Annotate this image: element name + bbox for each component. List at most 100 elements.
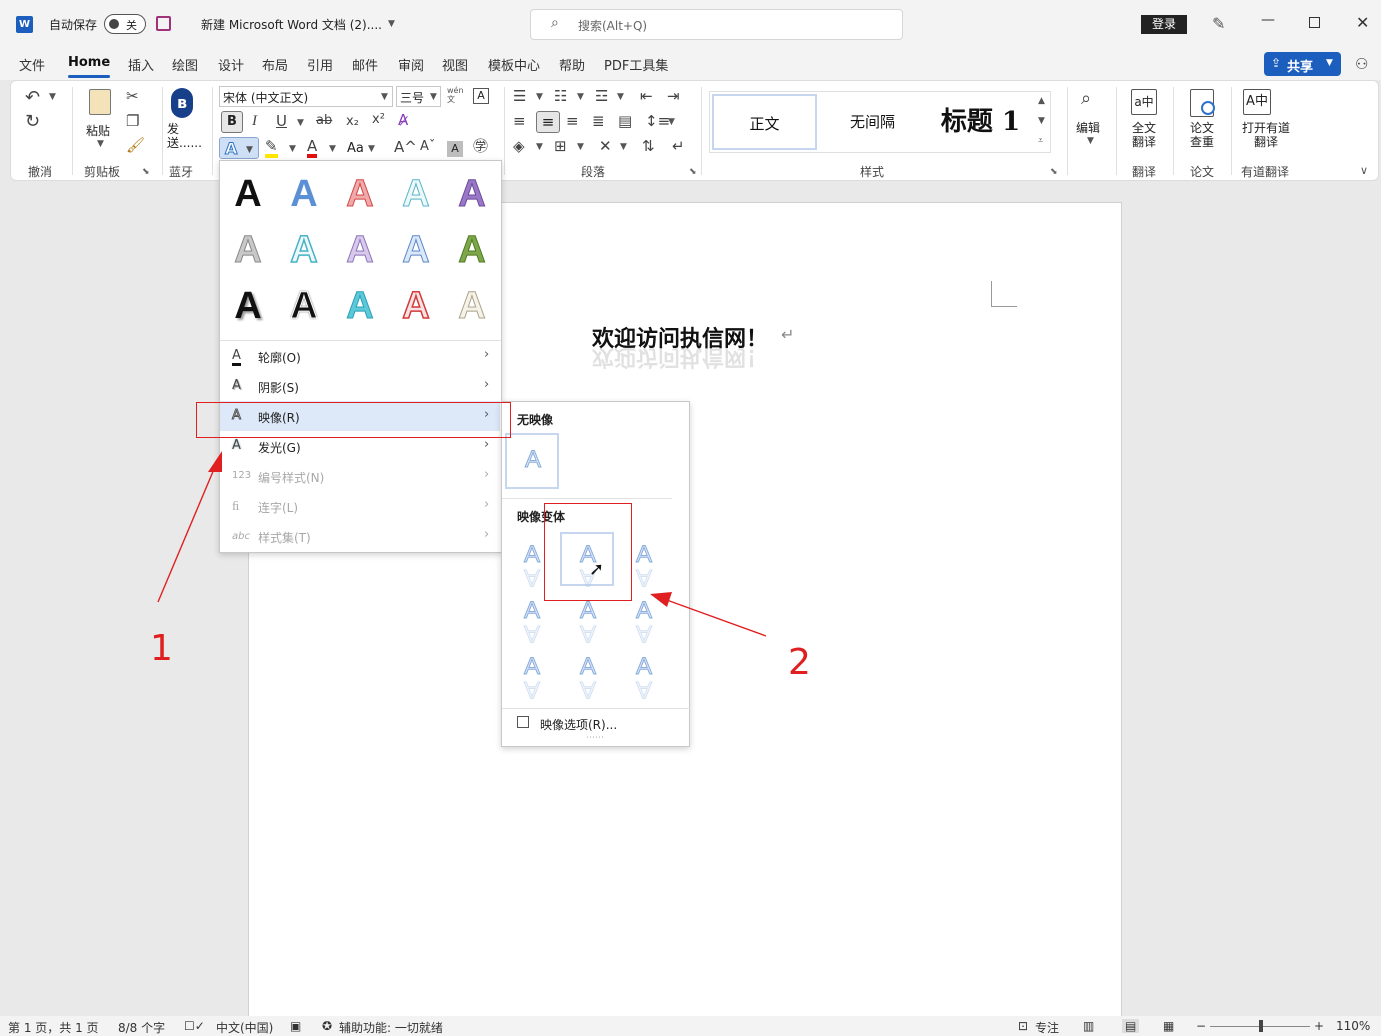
bullets-dropdown-icon[interactable]: ▼ (536, 93, 543, 102)
reflection-variant-8[interactable]: A (573, 654, 603, 679)
change-case-dropdown-icon[interactable]: ▼ (368, 145, 375, 154)
borders-icon[interactable]: ⊞ (554, 139, 567, 154)
styles-scroll-down-icon[interactable]: ▼ (1038, 116, 1045, 126)
close-icon[interactable]: ✕ (1356, 13, 1369, 32)
phonetic-guide-icon[interactable]: wén 文 (447, 86, 465, 104)
youdao-icon[interactable]: A中 (1243, 89, 1271, 115)
effect-lavender[interactable]: A (340, 231, 380, 270)
effect-gray[interactable]: A (228, 231, 268, 270)
macro-icon[interactable]: ▣ (290, 1019, 301, 1033)
effect-red-gradient[interactable]: A (340, 175, 380, 214)
effect-blue-outline[interactable]: A (396, 231, 436, 270)
highlight-dropdown-icon[interactable]: ▼ (289, 145, 296, 154)
reflection-variant-6[interactable]: A (629, 598, 659, 623)
zoom-out-icon[interactable]: − (1196, 1019, 1206, 1033)
tab-mailings[interactable]: 邮件 (352, 55, 378, 74)
style-heading-1[interactable]: 标题 1 (928, 94, 1033, 150)
effect-cream[interactable]: A (452, 287, 492, 326)
effect-black-shadow[interactable]: A (228, 287, 268, 325)
numbering-icon[interactable]: ☷ (554, 89, 567, 104)
justify-icon[interactable]: ≣ (592, 114, 605, 129)
clipboard-launcher-icon[interactable]: ⬊ (142, 167, 150, 177)
highlight-icon[interactable]: ✎ (265, 139, 278, 158)
effect-black-bold[interactable]: A (284, 287, 324, 326)
web-layout-icon[interactable]: ▦ (1163, 1019, 1174, 1033)
print-layout-icon[interactable]: ▤ (1122, 1019, 1140, 1033)
effect-teal-reflect[interactable]: A (284, 230, 324, 270)
strikethrough-button[interactable]: ab (316, 114, 332, 127)
tab-draw[interactable]: 绘图 (172, 55, 198, 74)
menu-item-shadow[interactable]: A 阴影(S) › (220, 371, 500, 401)
show-marks-icon[interactable]: ↵ (672, 139, 685, 154)
font-color-icon[interactable]: A (307, 139, 318, 158)
edit-dropdown-icon[interactable]: ▼ (1087, 137, 1094, 146)
tab-review[interactable]: 审阅 (398, 55, 424, 74)
styles-more-icon[interactable]: ⩡ (1038, 136, 1043, 146)
shrink-font-icon[interactable]: Aˇ (420, 140, 435, 153)
tab-file[interactable]: 文件 (19, 55, 45, 74)
paste-dropdown-icon[interactable]: ▼ (97, 140, 104, 149)
page-count[interactable]: 第 1 页，共 1 页 (8, 1019, 99, 1036)
edit-label[interactable]: 编辑 (1076, 119, 1100, 136)
paper-check-label[interactable]: 论文查重 (1190, 121, 1216, 149)
asian-layout-dropdown-icon[interactable]: ▼ (620, 143, 627, 152)
resize-grip-icon[interactable]: ⋯⋯ (586, 733, 604, 743)
styles-launcher-icon[interactable]: ⬊ (1050, 167, 1058, 177)
char-border-icon[interactable]: A (473, 88, 489, 104)
superscript-button[interactable]: x² (372, 113, 385, 126)
language-status[interactable]: 中文(中国) (216, 1019, 273, 1036)
paragraph-launcher-icon[interactable]: ⬊ (689, 167, 697, 177)
grow-font-icon[interactable]: A^ (394, 140, 417, 155)
tab-template-center[interactable]: 模板中心 (488, 55, 540, 74)
asian-layout-icon[interactable]: ✕ (599, 139, 612, 154)
tab-help[interactable]: 帮助 (559, 55, 585, 74)
italic-button[interactable]: I (252, 114, 257, 129)
focus-icon[interactable]: ⊡ (1018, 1019, 1028, 1033)
zoom-in-icon[interactable]: + (1314, 1019, 1324, 1033)
translate-icon[interactable]: a中 (1131, 89, 1157, 115)
increase-indent-icon[interactable]: ⇥ (667, 89, 680, 104)
undo-dropdown-icon[interactable]: ▼ (49, 93, 56, 102)
distributed-icon[interactable]: ▤ (618, 114, 632, 129)
minimize-icon[interactable]: — (1261, 12, 1275, 28)
redo-icon[interactable]: ↻ (25, 113, 40, 131)
numbering-dropdown-icon[interactable]: ▼ (577, 93, 584, 102)
document-title[interactable]: 新建 Microsoft Word 文档 (2).... (201, 16, 382, 33)
change-case-button[interactable]: Aa (347, 141, 364, 156)
multilevel-dropdown-icon[interactable]: ▼ (617, 93, 624, 102)
reflection-variant-7[interactable]: A (517, 654, 547, 679)
effect-red-outline[interactable]: A (396, 286, 436, 326)
share-button[interactable]: ⇪ 共享 ▼ (1264, 52, 1341, 76)
line-spacing-icon[interactable]: ↕≡ (645, 114, 670, 129)
style-no-spacing[interactable]: 无间隔 (820, 94, 925, 150)
text-effects-button[interactable]: A ▼ (219, 137, 259, 159)
bold-button[interactable]: B (221, 111, 243, 133)
paste-label[interactable]: 粘贴 (86, 122, 110, 139)
copy-icon[interactable]: ❐ (126, 114, 139, 129)
align-left-icon[interactable]: ≡ (513, 114, 526, 129)
read-mode-icon[interactable]: ▥ (1083, 1019, 1094, 1033)
reflection-variant-3[interactable]: A (629, 542, 659, 567)
font-name-select[interactable]: 宋体 (中文正文) ▼ (219, 86, 393, 107)
char-shading-icon[interactable]: A (447, 141, 463, 157)
save-icon[interactable] (156, 16, 171, 31)
shading-icon[interactable]: ◈ (513, 139, 525, 154)
borders-dropdown-icon[interactable]: ▼ (577, 143, 584, 152)
reflection-variant-1[interactable]: A (517, 542, 547, 567)
cut-icon[interactable]: ✂ (126, 89, 139, 104)
find-icon[interactable]: ⌕ (1081, 90, 1091, 108)
menu-item-outline[interactable]: A 轮廓(O) › (220, 341, 500, 371)
bluetooth-send-label[interactable]: 发送...... (167, 122, 203, 150)
decrease-indent-icon[interactable]: ⇤ (640, 89, 653, 104)
shading-dropdown-icon[interactable]: ▼ (536, 143, 543, 152)
tab-design[interactable]: 设计 (218, 55, 244, 74)
zoom-slider-thumb[interactable] (1259, 1020, 1263, 1032)
tab-insert[interactable]: 插入 (128, 55, 154, 74)
bullets-icon[interactable]: ☰ (513, 89, 526, 104)
focus-mode[interactable]: 专注 (1035, 1019, 1059, 1036)
styles-scroll-up-icon[interactable]: ▲ (1038, 96, 1045, 106)
style-normal[interactable]: 正文 (712, 94, 817, 150)
zoom-level[interactable]: 110% (1336, 1019, 1370, 1033)
effect-black-fill[interactable]: A (228, 175, 268, 213)
align-center-icon[interactable]: ≡ (536, 111, 560, 133)
